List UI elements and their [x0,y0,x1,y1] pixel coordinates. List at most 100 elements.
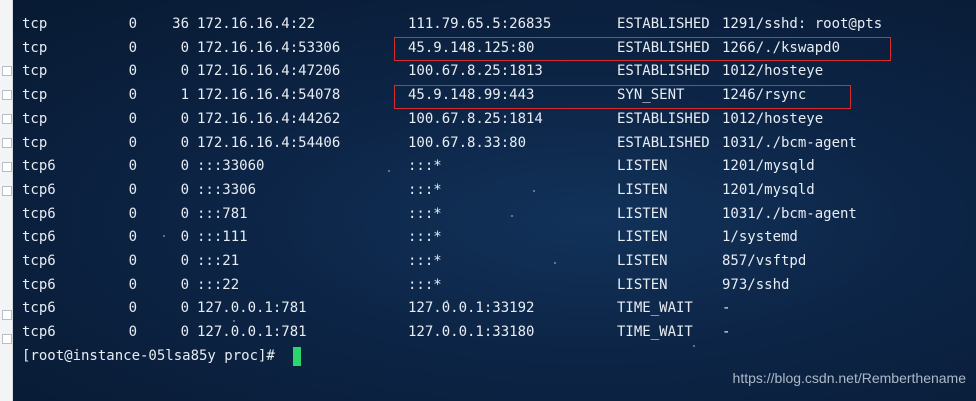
sendq-cell: 0 [180,110,189,127]
recvq-cell: 0 [128,39,137,56]
table-row: tcp6 0 0:::111:::* LISTEN 1/systemd [13,225,976,249]
recvq-cell: 0 [128,87,137,104]
terminal-cursor[interactable] [293,347,301,366]
table-row: tcp 0 0 172.16.16.4:47206 100.67.8.25:1813 ES… [13,59,976,83]
sendq-cell: 0 [180,134,189,151]
sendq-cell: 0 [180,300,189,317]
proto-cell: tcp [22,63,48,80]
gutter-marker [2,162,12,172]
state-cell: ESTABLISHED [617,134,710,151]
local-address-cell: 172.16.16.4:47206 [197,63,341,80]
recvq-cell: 0 [128,134,137,151]
local-address-cell: 172.16.16.4:54406 [197,134,341,151]
pid-program-cell: 1/systemd [722,229,798,246]
local-address-cell: :::21 [197,253,240,269]
watermark-text: https://blog.csdn.net/Remberthename [732,370,966,386]
proto-cell: tcp [22,87,48,104]
local-address-cell: 127.0.0.1:781 [197,324,307,341]
proto-cell: tcp6 [22,158,56,175]
gutter-marker [2,186,12,196]
foreign-address-cell: :::* [408,253,442,269]
state-cell: ESTABLISHED [617,110,710,127]
pid-program-cell: 1201/mysqld [722,181,815,198]
local-address-cell: :::33060 [197,158,265,175]
highlight-box-rsync [394,85,851,109]
sendq-cell: 0 [180,276,189,293]
sendq-cell: 0 [180,253,189,269]
gutter-marker [2,310,12,320]
table-row: tcp6 0 0:::3306:::* LISTEN 1201/mysqld [13,178,976,202]
state-cell: LISTEN [617,276,668,293]
proto-cell: tcp [22,16,48,32]
state-cell: LISTEN [617,205,668,222]
gutter-marker [2,90,12,100]
local-address-cell: :::781 [197,205,248,222]
pid-program-cell: 1291/sshd: root@pts [722,16,883,32]
table-row: tcp6 0 0:::22:::* LISTEN 973/sshd [13,273,976,297]
proto-cell: tcp6 [22,181,56,198]
state-cell: ESTABLISHED [617,16,710,32]
pid-program-cell: 1031/./bcm-agent [722,134,857,151]
pid-program-cell: 1012/hosteye [722,110,824,127]
pid-program-cell: 857/vsftpd [722,253,807,269]
table-row: tcp6 0 0:::21:::* LISTEN 857/vsftpd [13,249,976,273]
proto-cell: tcp6 [22,253,56,269]
local-address-cell: :::3306 [197,181,257,198]
recvq-cell: 0 [128,110,137,127]
background-star [693,345,695,347]
gutter-marker [2,114,12,124]
foreign-address-cell: :::* [408,181,442,198]
proto-cell: tcp6 [22,229,56,246]
terminal-window[interactable]: tcp 0 36 172.16.16.4:22 111.79.65.5:26835 EST… [13,0,976,401]
foreign-address-cell: :::* [408,276,442,293]
table-row: tcp 0 0 172.16.16.4:54406 100.67.8.33:80 ESTA… [13,131,976,155]
local-address-cell: 127.0.0.1:781 [197,300,307,317]
local-address-cell: 172.16.16.4:44262 [197,110,341,127]
gutter-marker [2,66,12,76]
gutter-marker [2,334,12,344]
highlight-box-kswapd0 [394,37,891,61]
proto-cell: tcp6 [22,300,56,317]
sendq-cell: 36 [172,16,189,32]
proto-cell: tcp [22,39,48,56]
proto-cell: tcp [22,134,48,151]
proto-cell: tcp6 [22,205,56,222]
foreign-address-cell: :::* [408,229,442,246]
recvq-cell: 0 [128,63,137,80]
sendq-cell: 0 [180,205,189,222]
sendq-cell: 0 [180,324,189,341]
pid-program-cell: 1031/./bcm-agent [722,205,857,222]
recvq-cell: 0 [128,16,137,32]
table-row: tcp 0 0 172.16.16.4:44262 100.67.8.25:1814 ES… [13,107,976,131]
table-row: tcp6 0 0:::781:::* LISTEN 1031/./bcm-agent [13,202,976,226]
foreign-address-cell: :::* [408,205,442,222]
table-row: tcp6 0 0 127.0.0.1:781 127.0.0.1:33180 TIME_W… [13,320,976,344]
gutter-marker [2,138,12,148]
local-address-cell: 172.16.16.4:22 [197,16,316,32]
state-cell: TIME_WAIT [617,300,693,317]
shell-prompt: [root@instance-05lsa85y proc]# [22,348,284,364]
foreign-address-cell: 127.0.0.1:33180 [408,324,535,341]
sendq-cell: 0 [180,158,189,175]
recvq-cell: 0 [128,181,137,198]
proto-cell: tcp6 [22,324,56,341]
local-address-cell: :::22 [197,276,240,293]
local-address-cell: :::111 [197,229,248,246]
foreign-address-cell: 127.0.0.1:33192 [408,300,535,317]
state-cell: LISTEN [617,158,668,175]
sendq-cell: 0 [180,229,189,246]
state-cell: LISTEN [617,229,668,246]
table-row: tcp6 0 0:::33060:::* LISTEN 1201/mysqld [13,154,976,178]
proto-cell: tcp [22,110,48,127]
recvq-cell: 0 [128,205,137,222]
recvq-cell: 0 [128,158,137,175]
recvq-cell: 0 [128,253,137,269]
pid-program-cell: 1012/hosteye [722,63,824,80]
state-cell: ESTABLISHED [617,63,710,80]
recvq-cell: 0 [128,324,137,341]
sendq-cell: 1 [180,87,189,104]
foreign-address-cell: :::* [408,158,442,175]
pid-program-cell: 973/sshd [722,276,790,293]
local-address-cell: 172.16.16.4:53306 [197,39,341,56]
proto-cell: tcp6 [22,276,56,293]
